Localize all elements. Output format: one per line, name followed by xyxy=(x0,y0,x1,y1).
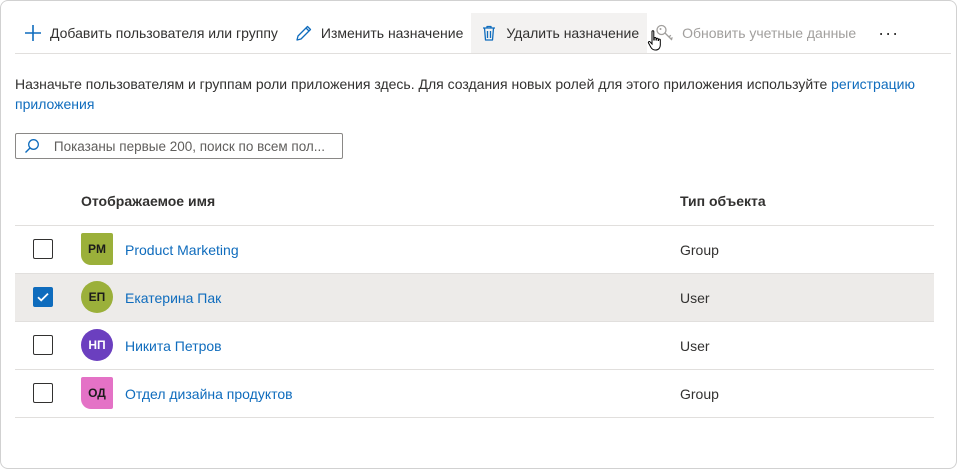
row-display-name-link[interactable]: Екатерина Пак xyxy=(125,290,221,306)
column-header-display-name[interactable]: Отображаемое имя xyxy=(81,193,215,209)
search-input[interactable] xyxy=(53,138,342,154)
add-user-or-group-label: Добавить пользователя или группу xyxy=(50,25,278,41)
avatar: ОД xyxy=(81,377,113,409)
command-bar: Добавить пользователя или группу Изменит… xyxy=(15,13,951,54)
table-row[interactable]: НП Никита Петров User xyxy=(15,322,934,370)
assignments-table: Отображаемое имя Тип объекта PM Product … xyxy=(15,177,934,418)
row-display-name-link[interactable]: Product Marketing xyxy=(125,242,239,258)
row-checkbox[interactable] xyxy=(33,287,53,307)
trash-icon xyxy=(479,23,499,43)
search-icon xyxy=(24,138,44,154)
table-row[interactable]: ОД Отдел дизайна продуктов Group xyxy=(15,370,934,418)
table-row[interactable]: ЕП Екатерина Пак User xyxy=(15,274,934,322)
hand-cursor-icon xyxy=(647,29,665,58)
row-object-type: Group xyxy=(680,241,719,258)
row-display-name-link[interactable]: Отдел дизайна продуктов xyxy=(125,386,293,402)
row-display-name-link[interactable]: Никита Петров xyxy=(125,338,222,354)
search-box[interactable] xyxy=(15,133,343,159)
description-text: Назначьте пользователям и группам роли п… xyxy=(15,76,828,92)
avatar: ЕП xyxy=(81,281,113,313)
row-object-type: User xyxy=(680,337,710,354)
table-row[interactable]: PM Product Marketing Group xyxy=(15,226,934,274)
add-user-or-group-button[interactable]: Добавить пользователя или группу xyxy=(15,13,286,53)
row-checkbox[interactable] xyxy=(33,239,53,259)
remove-assignment-button[interactable]: Удалить назначение xyxy=(471,13,648,53)
avatar: PM xyxy=(81,233,113,265)
description: Назначьте пользователям и группам роли п… xyxy=(15,74,940,114)
row-object-type: Group xyxy=(680,385,719,402)
update-credentials-label: Обновить учетные данные xyxy=(682,25,857,41)
more-icon: ··· xyxy=(878,22,900,43)
pencil-icon xyxy=(294,23,314,43)
edit-assignment-label: Изменить назначение xyxy=(320,25,464,41)
plus-icon xyxy=(23,23,43,43)
table-header: Отображаемое имя Тип объекта xyxy=(15,177,934,226)
edit-assignment-button[interactable]: Изменить назначение xyxy=(286,13,471,53)
update-credentials-button[interactable]: Обновить учетные данные xyxy=(647,13,864,53)
row-checkbox[interactable] xyxy=(33,335,53,355)
avatar: НП xyxy=(81,329,113,361)
remove-assignment-label: Удалить назначение xyxy=(506,25,640,41)
row-object-type: User xyxy=(680,289,710,306)
app-panel: Добавить пользователя или группу Изменит… xyxy=(0,0,957,469)
checkmark-icon xyxy=(37,292,49,302)
row-checkbox[interactable] xyxy=(33,383,53,403)
more-options-button[interactable]: ··· xyxy=(870,13,907,53)
column-header-object-type[interactable]: Тип объекта xyxy=(680,193,766,209)
